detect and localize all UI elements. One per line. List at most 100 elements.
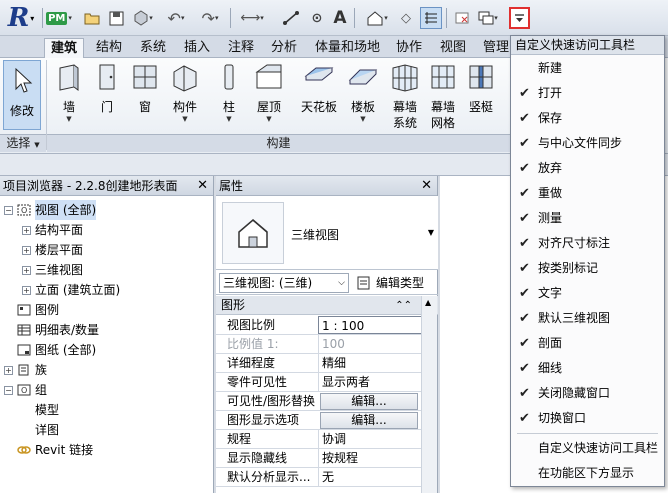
tree-item[interactable]: 图例 xyxy=(4,300,59,320)
property-value[interactable]: 协调 xyxy=(318,430,422,448)
tree-item[interactable]: + 三维视图 xyxy=(22,260,83,280)
tree-item[interactable]: − O 组 xyxy=(4,380,47,400)
tree-item[interactable]: + 结构平面 xyxy=(22,220,83,240)
tree-item[interactable]: + 族 xyxy=(4,360,47,380)
menu-item[interactable]: ✔ 对齐尺寸标注 xyxy=(511,231,664,256)
aligned-dimension-button[interactable] xyxy=(280,7,302,29)
tab-massing-site[interactable]: 体量和场地 xyxy=(309,38,386,58)
close-hidden-windows-button[interactable] xyxy=(452,7,472,29)
property-row: 详细程度 精细 xyxy=(216,354,422,373)
ceiling-button[interactable]: 天花板 xyxy=(296,60,342,134)
component-button[interactable]: 构件 ▼ xyxy=(166,60,204,134)
tab-view[interactable]: 视图 xyxy=(434,38,472,58)
tree-item-label: 结构平面 xyxy=(35,223,84,237)
expand-icon[interactable]: + xyxy=(22,245,31,255)
save-icon xyxy=(109,11,123,25)
mullion-button[interactable]: 竖梃 xyxy=(462,60,500,134)
section-icon: ◇ xyxy=(401,10,411,26)
menu-item[interactable]: ✔ 关闭隐藏窗口 xyxy=(511,381,664,406)
instance-filter-select[interactable]: 三维视图: (三维) ⌵ xyxy=(219,273,349,293)
floor-button[interactable]: 楼板 ▼ xyxy=(344,60,382,134)
edit-type-button[interactable]: 编辑类型 xyxy=(356,273,424,293)
menu-item[interactable]: ✔ 保存 xyxy=(511,106,664,131)
menu-item[interactable]: ✔ 重做 xyxy=(511,181,664,206)
close-icon[interactable]: ✕ xyxy=(421,176,432,196)
tree-item[interactable]: + 楼层平面 xyxy=(22,240,83,260)
property-value[interactable]: 无 xyxy=(318,468,422,486)
tab-systems[interactable]: 系统 xyxy=(134,38,172,58)
panel-select-dropdown[interactable]: 选择 ▼ xyxy=(0,134,46,152)
properties-scrollbar[interactable]: ▲ xyxy=(421,296,437,493)
tab-architecture[interactable]: 建筑 xyxy=(44,38,85,58)
menu-item[interactable]: ✔ 细线 xyxy=(511,356,664,381)
property-value[interactable]: 1 : 100 xyxy=(318,316,422,334)
property-value[interactable]: 精细 xyxy=(318,354,422,372)
redo-button[interactable]: ↷ ▾ xyxy=(196,7,224,29)
collapse-icon[interactable]: − xyxy=(4,385,13,395)
tab-annotate[interactable]: 注释 xyxy=(222,38,260,58)
measure-button[interactable]: ⟷ ▾ xyxy=(238,7,266,29)
menu-item[interactable]: ✔ 按类别标记 xyxy=(511,256,664,281)
edit-button[interactable]: 编辑... xyxy=(320,393,418,410)
menu-item[interactable]: ✔ 测量 xyxy=(511,206,664,231)
undo-button[interactable]: ↶ ▾ xyxy=(162,7,190,29)
expand-icon[interactable]: + xyxy=(4,365,13,375)
door-button[interactable]: 门 xyxy=(88,60,126,134)
customize-qat-button[interactable] xyxy=(509,7,530,29)
default-3d-view-button[interactable]: ▾ xyxy=(362,7,392,29)
save-button[interactable] xyxy=(106,7,126,29)
tree-item[interactable]: Revit 链接 xyxy=(4,440,93,460)
menu-item-label: 默认三维视图 xyxy=(538,311,611,325)
thin-lines-button[interactable] xyxy=(420,7,442,29)
type-selector[interactable]: 三维视图 ▼ xyxy=(216,196,438,270)
edit-button[interactable]: 编辑... xyxy=(320,412,418,429)
tab-insert[interactable]: 插入 xyxy=(178,38,216,58)
application-menu-button[interactable]: R ▾ xyxy=(2,3,40,33)
text-button[interactable]: A xyxy=(330,7,350,29)
project-manager-button[interactable]: PM ▾ xyxy=(46,7,72,29)
menu-item[interactable]: ✔ 打开 xyxy=(511,81,664,106)
tag-by-category-button[interactable]: ⊙ xyxy=(306,7,328,29)
expand-icon[interactable]: + xyxy=(22,225,31,235)
menu-item[interactable]: ✔ 剖面 xyxy=(511,331,664,356)
tab-structure[interactable]: 结构 xyxy=(90,38,128,58)
switch-windows-button[interactable]: ▾ xyxy=(474,7,502,29)
expand-icon[interactable]: + xyxy=(22,265,31,275)
wall-button[interactable]: 墙 ▼ xyxy=(50,60,88,134)
modify-button[interactable]: 修改 xyxy=(3,60,41,130)
collapse-icon[interactable]: − xyxy=(4,205,13,215)
sync-button[interactable]: ▾ xyxy=(130,7,156,29)
tree-item[interactable]: 模型 xyxy=(22,400,59,420)
tree-item[interactable]: + 立面 (建筑立面) xyxy=(22,280,120,300)
menu-item[interactable]: ✔ 放弃 xyxy=(511,156,664,181)
tree-item[interactable]: 图纸 (全部) xyxy=(4,340,96,360)
property-group-graphics[interactable]: 图形 ⌃⌃ xyxy=(216,296,438,315)
tree-item[interactable]: 详图 xyxy=(22,420,59,440)
menu-item[interactable]: 自定义快速访问工具栏 xyxy=(511,436,664,461)
tab-collaborate[interactable]: 协作 xyxy=(390,38,428,58)
column-button[interactable]: 柱 ▼ xyxy=(210,60,248,134)
tree-item[interactable]: 明细表/数量 xyxy=(4,320,99,340)
section-button[interactable]: ◇ xyxy=(396,7,416,29)
tab-analyze[interactable]: 分析 xyxy=(265,38,303,58)
property-row: 默认分析显示... 无 xyxy=(216,468,422,487)
curtain-grid-button[interactable]: 幕墙 网格 xyxy=(424,60,462,134)
property-name: 比例值 1: xyxy=(227,337,279,351)
property-row: 规程 协调 xyxy=(216,430,422,449)
close-icon[interactable]: ✕ xyxy=(197,176,208,196)
curtain-system-button[interactable]: 幕墙 系统 xyxy=(386,60,424,134)
menu-item[interactable]: ✔ 切换窗口 xyxy=(511,406,664,431)
menu-item[interactable]: 在功能区下方显示 xyxy=(511,461,664,486)
menu-item[interactable]: ✔ 与中心文件同步 xyxy=(511,131,664,156)
window-button[interactable]: 窗 xyxy=(126,60,164,134)
tree-item[interactable]: − O 视图 (全部) xyxy=(4,200,97,220)
property-value[interactable]: 显示两者 xyxy=(318,373,422,391)
menu-item[interactable]: ✔ 默认三维视图 xyxy=(511,306,664,331)
open-button[interactable] xyxy=(82,7,102,29)
roof-button[interactable]: 屋顶 ▼ xyxy=(250,60,288,134)
property-value[interactable]: 按规程 xyxy=(318,449,422,467)
property-name: 默认分析显示... xyxy=(227,470,311,484)
expand-icon[interactable]: + xyxy=(22,285,31,295)
menu-item[interactable]: 新建 xyxy=(511,56,664,81)
menu-item[interactable]: ✔ 文字 xyxy=(511,281,664,306)
